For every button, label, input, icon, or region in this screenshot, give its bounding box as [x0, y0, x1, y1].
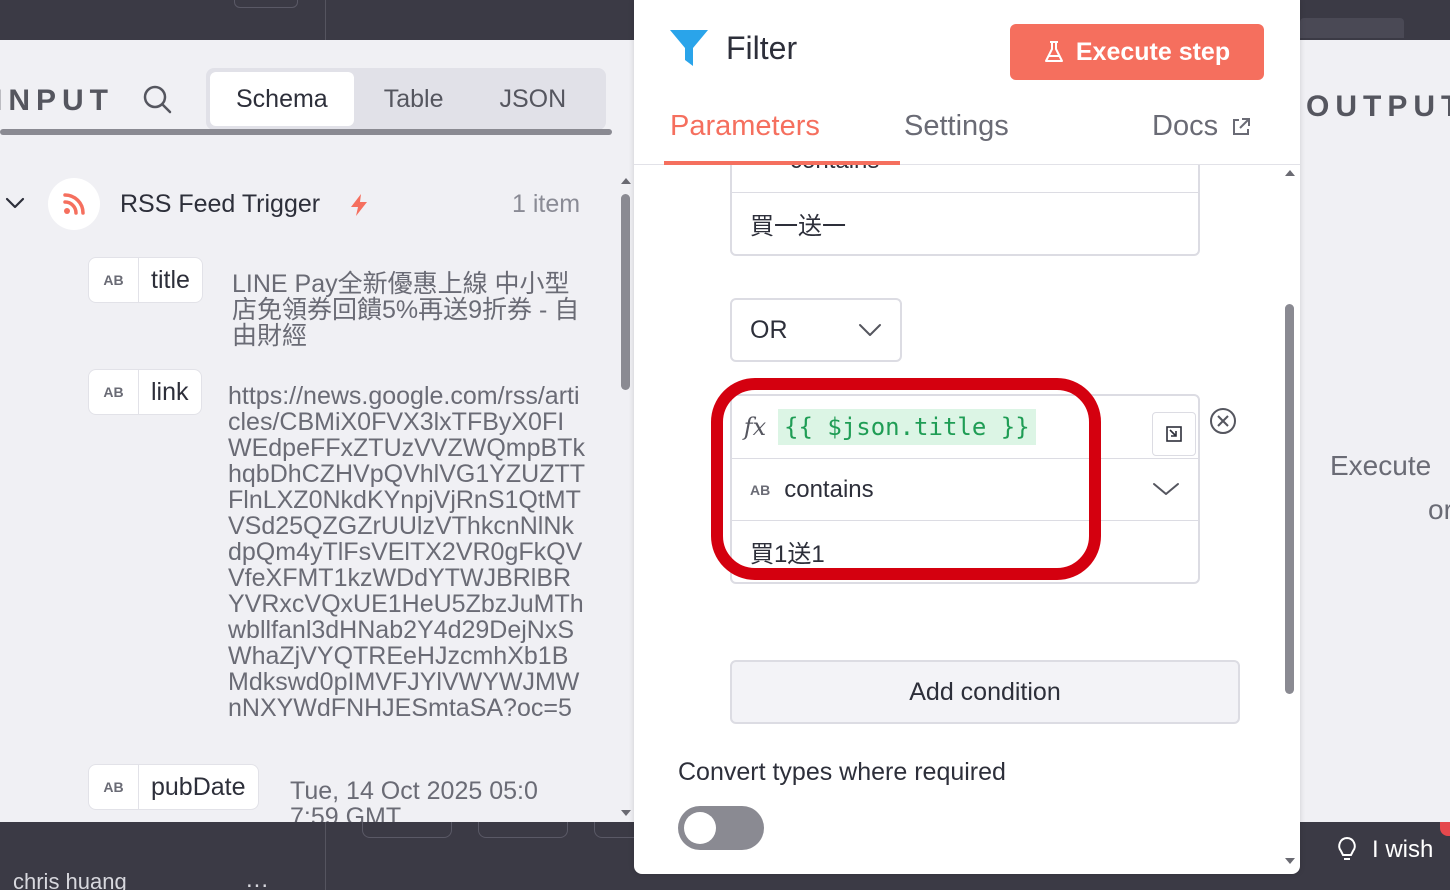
modal-title: Filter — [726, 30, 798, 66]
output-empty-message-or: or — [1428, 494, 1450, 525]
backdrop-button — [234, 0, 298, 8]
backdrop-divider — [325, 822, 326, 890]
scroll-thumb[interactable] — [1285, 304, 1294, 694]
condition-left-value[interactable]: fx {{ $json.title }} — [732, 396, 1198, 458]
condition-operator-select[interactable]: AB contains — [732, 458, 1198, 520]
input-panel: INPUT Schema Table JSON RSS Feed Trigger… — [0, 40, 634, 822]
view-tab-json[interactable]: JSON — [473, 72, 592, 126]
rss-node-badge — [48, 178, 100, 230]
feedback-hint[interactable]: I wish — [1336, 836, 1433, 864]
node-row-rss-feed-trigger[interactable]: RSS Feed Trigger 1 item — [0, 178, 600, 232]
filter-modal: contains 買一送一 OR fx {{ $json.title }} — [634, 0, 1300, 874]
field-value: LINE Pay全新優惠上線 中小型店免領券回饋5%再送9折券 - 自由財經 — [232, 270, 580, 350]
lightning-icon — [351, 194, 367, 216]
chevron-down-icon — [859, 324, 881, 336]
convert-types-label: Convert types where required — [678, 758, 1006, 786]
expand-icon — [1166, 426, 1182, 442]
expression-text[interactable]: {{ $json.title }} — [778, 409, 1036, 445]
field-key: pubDate — [151, 772, 246, 801]
expand-expression-button[interactable] — [1152, 412, 1196, 456]
string-type-icon: AB — [750, 481, 771, 498]
condition-2: fx {{ $json.title }} AB contains 買1送1 — [730, 394, 1200, 584]
field-tag[interactable]: AB title — [88, 257, 203, 303]
field-value: https://news.google.com/rss/articles/CBM… — [228, 383, 586, 722]
view-tab-table[interactable]: Table — [358, 72, 470, 126]
modal-vertical-scrollbar[interactable] — [1284, 170, 1296, 870]
rss-icon — [63, 193, 85, 215]
tab-docs[interactable]: Docs — [1152, 110, 1252, 143]
feedback-hint-text: I wish — [1372, 836, 1434, 863]
node-name: RSS Feed Trigger — [120, 190, 321, 218]
execute-step-button[interactable]: Execute step — [1010, 24, 1264, 80]
notification-dot — [1440, 822, 1450, 836]
condition-value-input[interactable]: 買1送1 — [732, 520, 1198, 582]
output-panel: OUTPUT Execute or — [1300, 40, 1450, 822]
execute-step-label: Execute step — [1075, 37, 1231, 66]
user-name[interactable]: chris huang — [13, 869, 127, 890]
field-key: link — [151, 377, 189, 406]
view-tab-schema[interactable]: Schema — [210, 72, 354, 126]
active-tab-indicator — [664, 161, 900, 165]
tab-docs-label: Docs — [1152, 110, 1219, 142]
more-menu-icon[interactable]: ... — [246, 866, 269, 890]
backdrop-tab — [362, 822, 452, 838]
scroll-down-arrow[interactable] — [1285, 858, 1295, 864]
field-value: Tue, 14 Oct 2025 05:07:59 GMT — [290, 777, 538, 822]
lightbulb-icon — [1338, 836, 1356, 860]
add-condition-button[interactable]: Add condition — [730, 660, 1240, 724]
filter-funnel-icon — [670, 30, 708, 66]
field-tag[interactable]: AB link — [88, 369, 202, 415]
field-key: title — [151, 265, 190, 294]
external-link-icon — [1233, 117, 1251, 135]
backdrop-bar — [1300, 18, 1404, 38]
condition-value: 買1送1 — [750, 541, 825, 568]
toggle-knob — [684, 812, 716, 844]
input-vertical-scrollbar[interactable] — [619, 178, 633, 822]
condition-value: 買一送一 — [750, 213, 846, 240]
flask-icon — [1044, 41, 1063, 62]
tab-parameters[interactable]: Parameters — [670, 110, 820, 143]
output-panel-title: OUTPUT — [1306, 90, 1450, 123]
condition-value-input[interactable]: 買一送一 — [732, 192, 1198, 254]
scroll-down-arrow[interactable] — [621, 810, 631, 816]
string-type-icon: AB — [89, 369, 139, 415]
output-empty-message: Execute — [1330, 450, 1432, 481]
scroll-up-arrow[interactable] — [621, 178, 631, 184]
operator-text: contains — [784, 475, 874, 503]
item-count: 1 item — [512, 190, 581, 218]
tab-settings[interactable]: Settings — [904, 110, 1009, 143]
combinator-value: OR — [750, 315, 788, 344]
backdrop-tab — [478, 822, 568, 838]
horizontal-scrollbar[interactable] — [0, 129, 612, 135]
scroll-thumb[interactable] — [621, 194, 630, 390]
backdrop-divider — [325, 0, 326, 40]
remove-condition-icon[interactable] — [1208, 406, 1238, 436]
scroll-up-arrow[interactable] — [1285, 170, 1295, 176]
filter-modal-header: Filter Execute step Parameters Settings … — [634, 0, 1300, 165]
convert-types-toggle[interactable] — [678, 806, 764, 850]
string-type-icon: AB — [89, 257, 139, 303]
view-switch: Schema Table JSON — [206, 68, 606, 130]
chevron-down-icon[interactable] — [4, 192, 26, 214]
string-type-icon: AB — [89, 764, 139, 810]
combinator-select[interactable]: OR — [730, 298, 902, 362]
search-icon[interactable] — [142, 84, 172, 114]
chevron-down-icon — [1153, 483, 1179, 495]
expression-fx-icon: fx — [743, 413, 767, 441]
field-tag[interactable]: AB pubDate — [88, 764, 259, 810]
input-panel-title: INPUT — [0, 84, 114, 117]
